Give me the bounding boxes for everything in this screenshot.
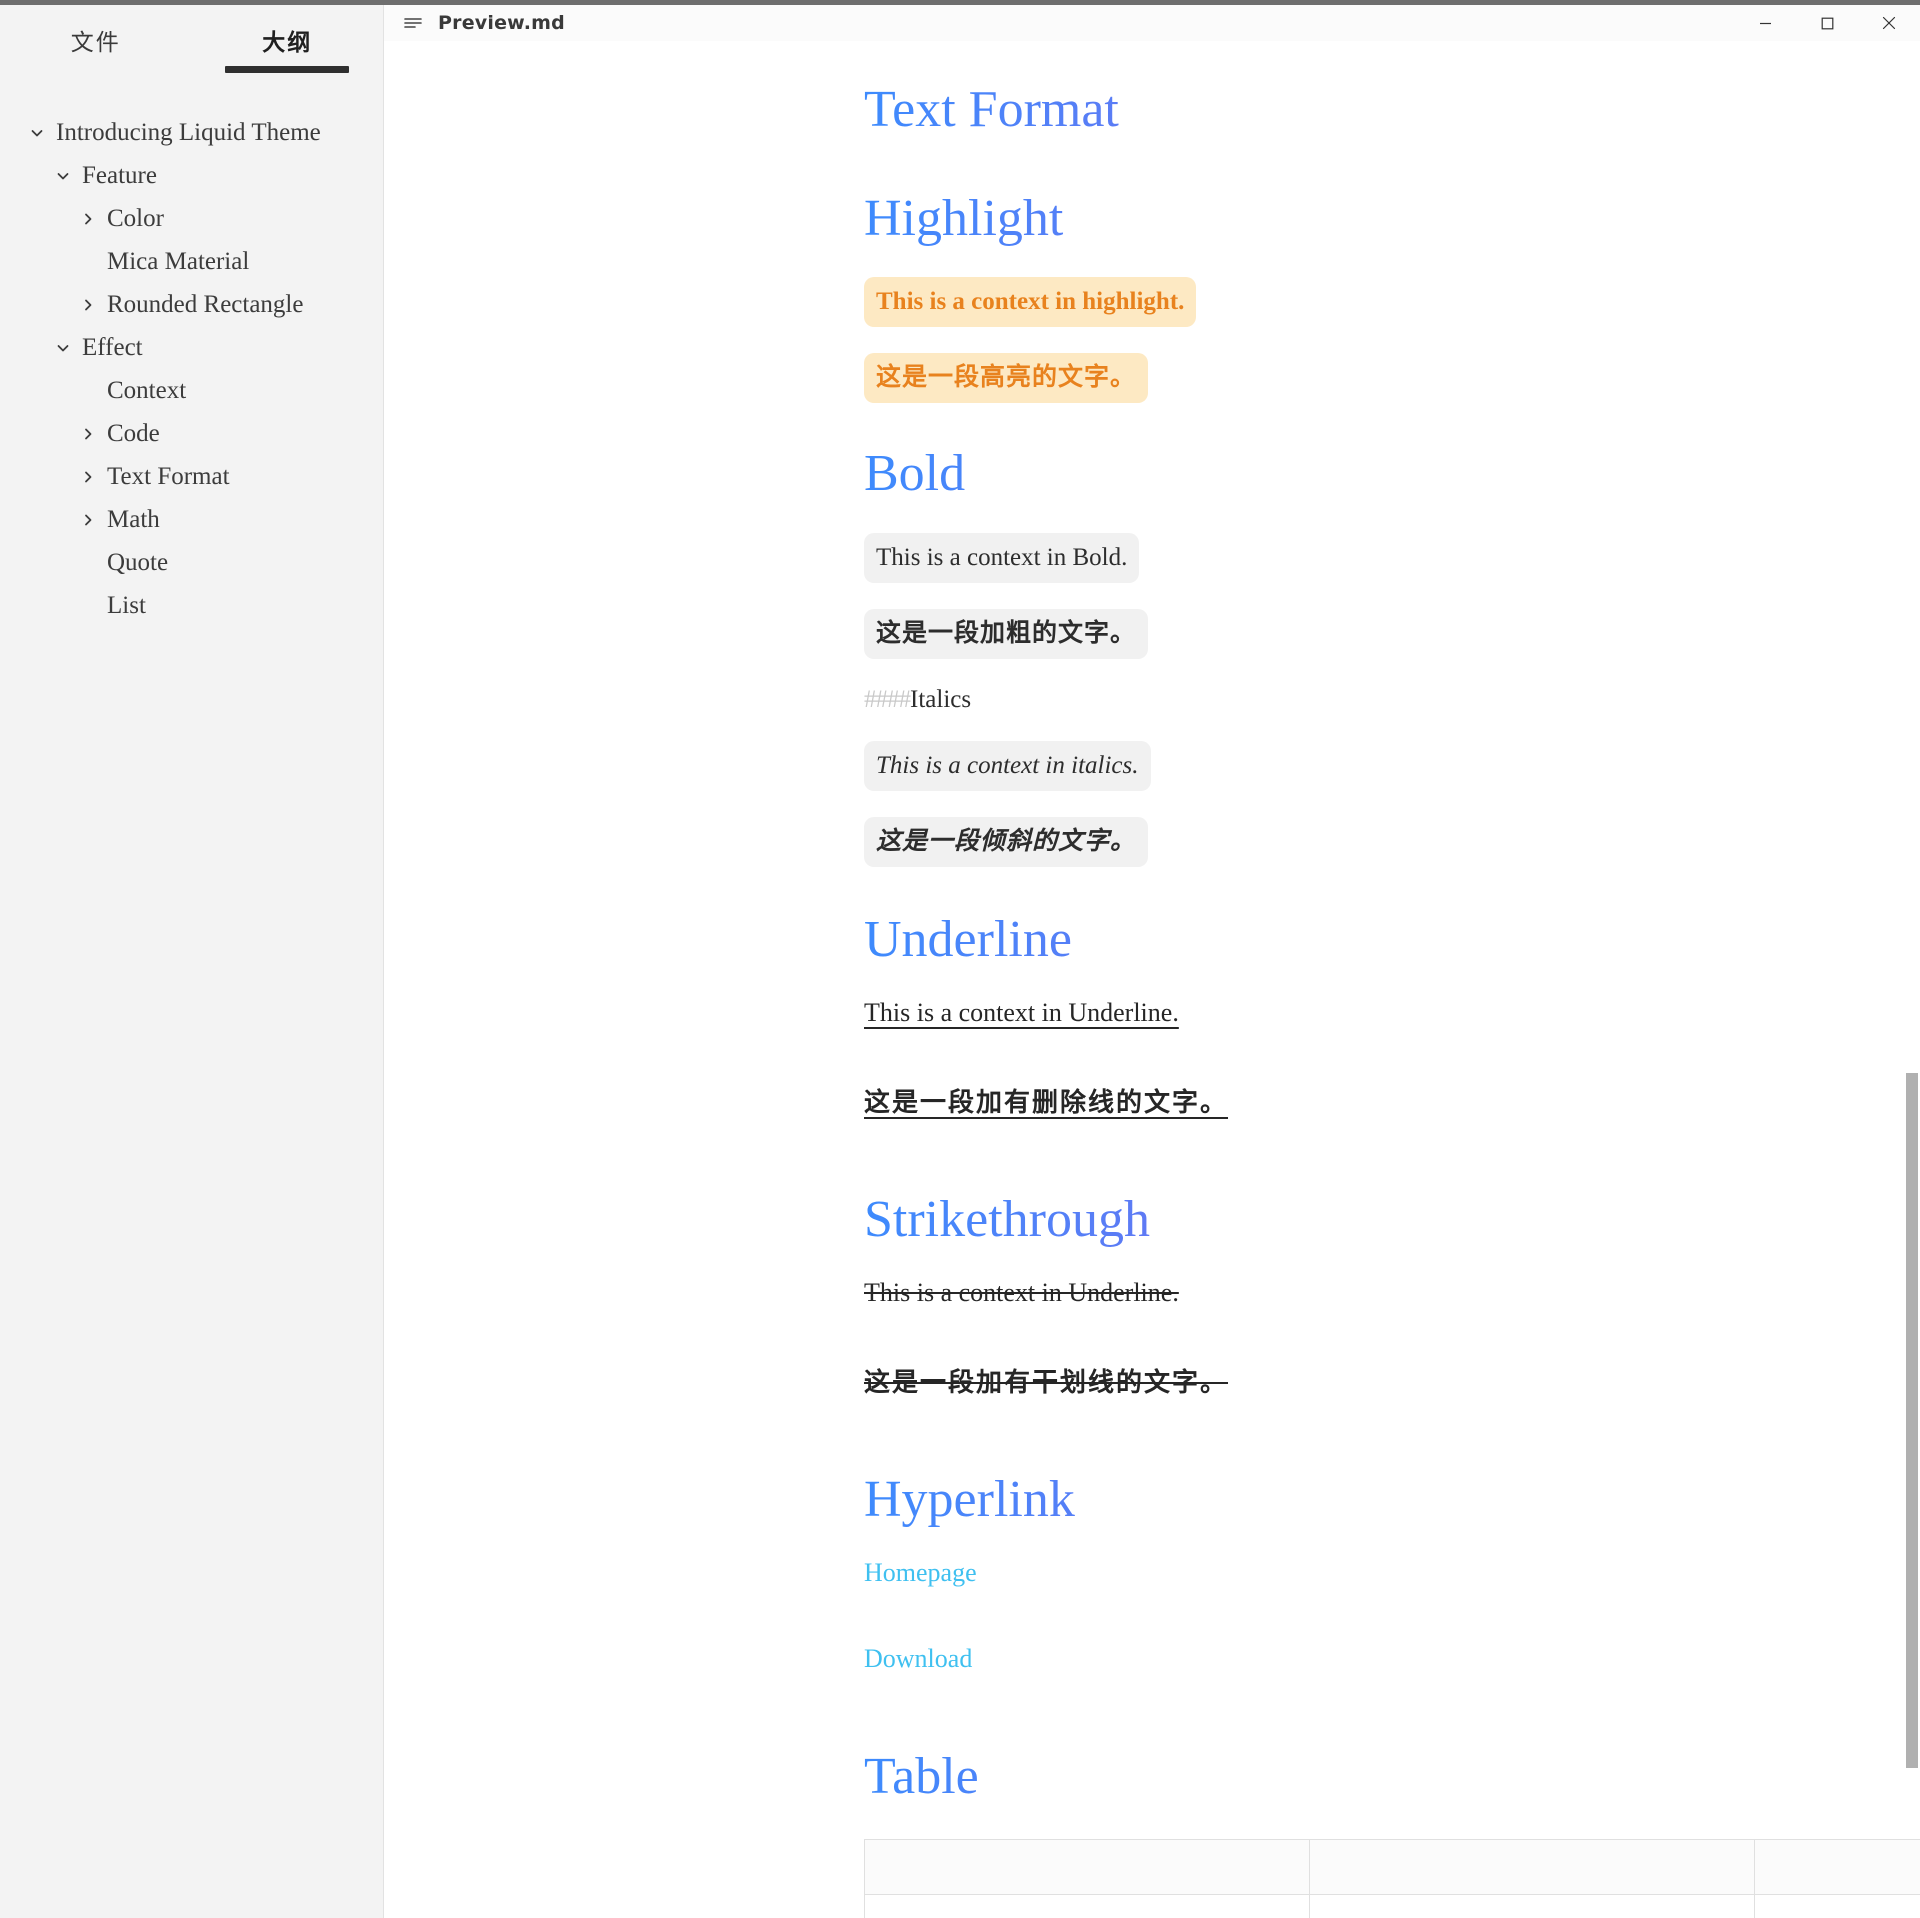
strikethrough-line-en-row: This is a context in Underline. xyxy=(864,1278,1920,1336)
highlight-line-en-row: This is a context in highlight. xyxy=(864,277,1920,328)
sidebar-tab-bar: 文件 大纲 xyxy=(0,5,383,79)
italics-text-zh: 这是一段倾斜的文字。 xyxy=(864,816,1149,867)
strikethrough-text-zh: 这是一段加有干划线的文字。 xyxy=(864,1367,1229,1397)
outline-item-mica-material[interactable]: Mica Material xyxy=(0,240,383,283)
bold-text-en: This is a context in Bold. xyxy=(864,532,1140,583)
link-homepage[interactable]: Homepage xyxy=(864,1558,977,1588)
hyperlink-homepage-row: Homepage xyxy=(864,1558,1920,1618)
main-panel: Preview.md Text Format Highlight This is… xyxy=(384,5,1920,1918)
table-cell xyxy=(1754,1894,1920,1918)
italics-line-en-row: This is a context in italics. xyxy=(864,740,1920,791)
outline-item-quote[interactable]: Quote xyxy=(0,541,383,584)
table-row xyxy=(864,1839,1920,1896)
app-window: 文件 大纲 Introducing Liquid Theme Feature Col… xyxy=(0,0,1920,1918)
outline-tree: Introducing Liquid Theme Feature Color Mica… xyxy=(0,79,383,627)
outline-item-introducing-liquid-theme[interactable]: Introducing Liquid Theme xyxy=(0,111,383,154)
tab-outline-label: 大纲 xyxy=(262,30,313,56)
highlight-text-en: This is a context in highlight. xyxy=(864,277,1197,328)
italics-line-zh-row: 这是一段倾斜的文字。 xyxy=(864,816,1920,867)
chevron-right-icon[interactable] xyxy=(77,512,99,528)
outline-item-label: Mica Material xyxy=(107,248,250,275)
bold-line-zh-row: 这是一段加粗的文字。 xyxy=(864,608,1920,659)
underline-text-zh: 这是一段加有删除线的文字。 xyxy=(864,1087,1229,1117)
italics-text-en: This is a context in italics. xyxy=(864,740,1151,791)
page-title: Text Format xyxy=(864,81,1920,138)
table-row xyxy=(864,1894,1920,1918)
outline-item-effect[interactable]: Effect xyxy=(0,326,383,369)
chevron-right-icon[interactable] xyxy=(77,297,99,313)
italics-raw-heading: Italics xyxy=(910,685,972,713)
outline-item-color[interactable]: Color xyxy=(0,197,383,240)
window-controls xyxy=(1734,5,1920,41)
outline-item-text-format[interactable]: Text Format xyxy=(0,455,383,498)
chevron-down-icon[interactable] xyxy=(52,168,74,184)
tab-files-label: 文件 xyxy=(70,30,121,56)
list-lines-icon xyxy=(402,12,424,34)
outline-item-rounded-rectangle[interactable]: Rounded Rectangle xyxy=(0,283,383,326)
highlight-line-zh-row: 这是一段高亮的文字。 xyxy=(864,353,1920,404)
outline-item-label: Effect xyxy=(82,334,143,361)
outline-item-feature[interactable]: Feature xyxy=(0,154,383,197)
strikethrough-text-en: This is a context in Underline. xyxy=(864,1277,1179,1307)
markdown-hash-marker: #### xyxy=(864,685,911,713)
minimize-button[interactable] xyxy=(1734,5,1796,41)
table-cell xyxy=(864,1839,1310,1896)
tab-outline[interactable]: 大纲 xyxy=(192,23,384,73)
section-heading-hyperlink: Hyperlink xyxy=(864,1471,1920,1528)
outline-item-context[interactable]: Context xyxy=(0,369,383,412)
table-cell xyxy=(864,1894,1310,1918)
section-heading-table: Table xyxy=(864,1748,1920,1805)
underline-line-en-row: This is a context in Underline. xyxy=(864,998,1920,1056)
outline-item-label: Text Format xyxy=(107,463,230,490)
outline-item-label: Quote xyxy=(107,549,169,576)
markdown-preview: Text Format Highlight This is a context … xyxy=(384,41,1920,1918)
tab-active-indicator xyxy=(225,66,350,73)
section-heading-bold: Bold xyxy=(864,445,1920,502)
section-heading-strikethrough: Strikethrough xyxy=(864,1191,1920,1248)
strikethrough-line-zh-row: 这是一段加有干划线的文字。 xyxy=(864,1362,1920,1427)
chevron-down-icon[interactable] xyxy=(52,340,74,356)
hyperlink-download-row: Download xyxy=(864,1644,1920,1704)
chevron-right-icon[interactable] xyxy=(77,426,99,442)
table-cell xyxy=(1309,1839,1755,1896)
underline-text-en: This is a context in Underline. xyxy=(864,997,1179,1027)
chevron-right-icon[interactable] xyxy=(77,211,99,227)
tab-files[interactable]: 文件 xyxy=(0,23,192,73)
vertical-scrollbar[interactable] xyxy=(1904,41,1920,1918)
chevron-down-icon[interactable] xyxy=(26,125,48,141)
bold-text-zh: 这是一段加粗的文字。 xyxy=(864,608,1149,659)
document-title: Preview.md xyxy=(438,12,565,34)
sidebar: 文件 大纲 Introducing Liquid Theme Feature Col… xyxy=(0,5,384,1918)
highlight-text-zh: 这是一段高亮的文字。 xyxy=(864,353,1149,404)
chevron-right-icon[interactable] xyxy=(77,469,99,485)
outline-item-label: Introducing Liquid Theme xyxy=(56,119,321,146)
outline-item-label: Color xyxy=(107,205,164,232)
outline-item-list[interactable]: List xyxy=(0,584,383,627)
maximize-button[interactable] xyxy=(1796,5,1858,41)
table-cell xyxy=(1754,1839,1920,1896)
outline-item-label: List xyxy=(107,592,146,619)
underline-line-zh-row: 这是一段加有删除线的文字。 xyxy=(864,1082,1920,1147)
bold-line-en-row: This is a context in Bold. xyxy=(864,532,1920,583)
italics-raw-heading-row: ####Italics xyxy=(864,685,1920,715)
scrollbar-thumb[interactable] xyxy=(1906,1073,1918,1768)
outline-item-math[interactable]: Math xyxy=(0,498,383,541)
section-heading-underline: Underline xyxy=(864,911,1920,968)
titlebar: Preview.md xyxy=(384,5,1920,41)
outline-item-label: Feature xyxy=(82,162,157,189)
outline-item-label: Math xyxy=(107,506,160,533)
table-cell xyxy=(1309,1894,1755,1918)
section-heading-highlight: Highlight xyxy=(864,190,1920,247)
close-button[interactable] xyxy=(1858,5,1920,41)
link-download[interactable]: Download xyxy=(864,1644,972,1674)
outline-item-label: Code xyxy=(107,420,160,447)
outline-item-code[interactable]: Code xyxy=(0,412,383,455)
outline-item-label: Rounded Rectangle xyxy=(107,291,304,318)
markdown-table xyxy=(864,1839,1920,1918)
outline-item-label: Context xyxy=(107,377,187,404)
